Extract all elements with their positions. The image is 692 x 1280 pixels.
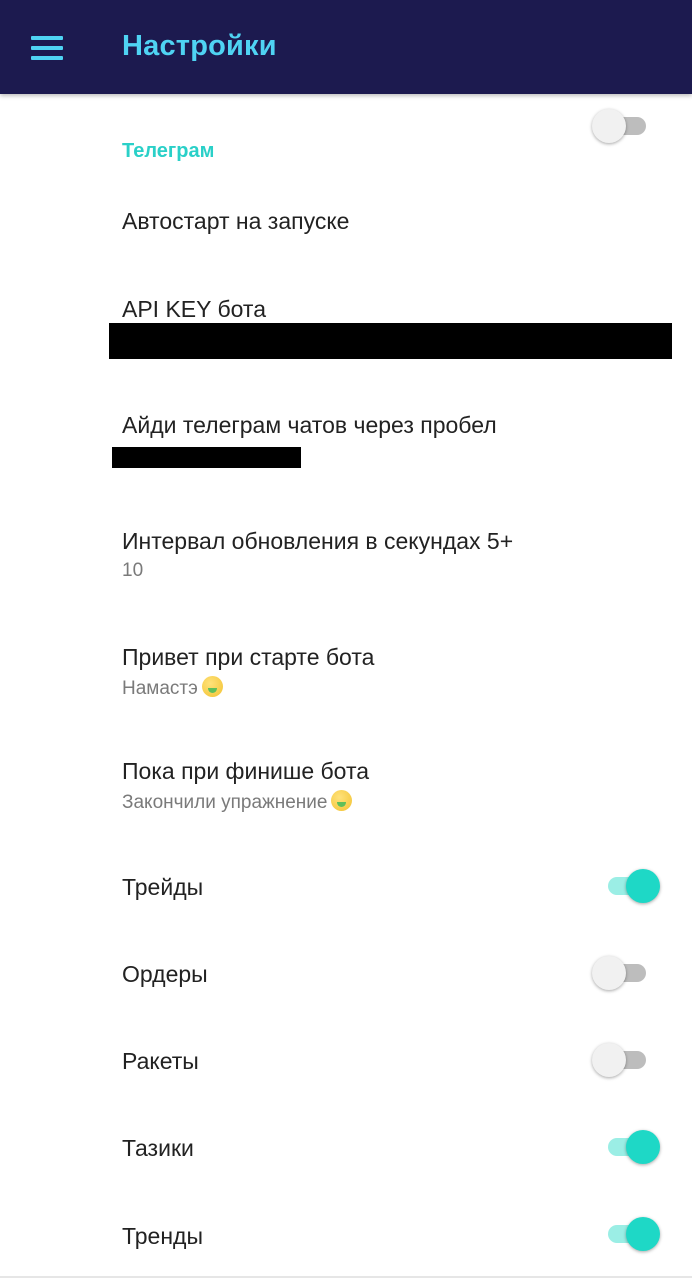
divider bbox=[0, 1276, 692, 1278]
redacted-value bbox=[109, 323, 672, 359]
setting-title: Ордеры bbox=[122, 961, 208, 987]
setting-value-wrap: Намастэ bbox=[122, 676, 223, 700]
trades-switch[interactable] bbox=[602, 868, 660, 904]
setting-title: Трейды bbox=[122, 874, 204, 900]
redacted-value bbox=[112, 447, 301, 468]
autostart-switch[interactable] bbox=[592, 108, 650, 144]
money-mouth-face-icon bbox=[201, 676, 223, 697]
setting-title: Автостарт на запуске bbox=[122, 208, 350, 234]
setting-rockets[interactable]: Ракеты bbox=[0, 1031, 692, 1091]
setting-title: Тренды bbox=[122, 1223, 203, 1249]
setting-title: Пока при финише бота bbox=[122, 758, 370, 784]
setting-value: 10 bbox=[122, 560, 144, 581]
orders-switch[interactable] bbox=[592, 955, 650, 991]
section-header-telegram: Телеграм bbox=[122, 140, 215, 162]
setting-title: Айди телеграм чатов через пробел bbox=[122, 412, 497, 438]
setting-orders[interactable]: Ордеры bbox=[0, 944, 692, 1004]
setting-title: Интервал обновления в секундах 5+ bbox=[122, 528, 514, 554]
setting-trades[interactable]: Трейды bbox=[0, 856, 692, 916]
setting-value-wrap: Закончили упражнение bbox=[122, 790, 353, 814]
setting-interval[interactable]: Интервал обновления в секундах 5+ 10 bbox=[0, 510, 692, 600]
hamburger-menu-icon[interactable] bbox=[31, 36, 63, 60]
setting-value: Намастэ bbox=[122, 678, 198, 699]
setting-autostart[interactable]: Автостарт на запуске bbox=[0, 109, 692, 258]
setting-title: API KEY бота bbox=[122, 296, 266, 322]
setting-greeting[interactable]: Привет при старте бота Намастэ bbox=[0, 626, 692, 716]
setting-farewell[interactable]: Пока при финише бота Закончили упражнени… bbox=[0, 740, 692, 830]
setting-api-key[interactable]: API KEY бота bbox=[0, 280, 692, 370]
setting-value: Закончили упражнение bbox=[122, 792, 328, 813]
money-mouth-face-icon bbox=[331, 790, 353, 811]
basins-switch[interactable] bbox=[602, 1129, 660, 1165]
setting-title: Тазики bbox=[122, 1135, 194, 1161]
rockets-switch[interactable] bbox=[592, 1042, 650, 1078]
setting-chat-ids[interactable]: Айди телеграм чатов через пробел bbox=[0, 394, 692, 484]
setting-basins[interactable]: Тазики bbox=[0, 1118, 692, 1178]
trends-switch[interactable] bbox=[602, 1216, 660, 1252]
setting-title: Привет при старте бота bbox=[122, 644, 375, 670]
app-bar: Настройки bbox=[0, 0, 692, 94]
setting-title: Ракеты bbox=[122, 1048, 199, 1074]
setting-trends[interactable]: Тренды bbox=[0, 1205, 692, 1265]
page-title: Настройки bbox=[122, 30, 277, 62]
